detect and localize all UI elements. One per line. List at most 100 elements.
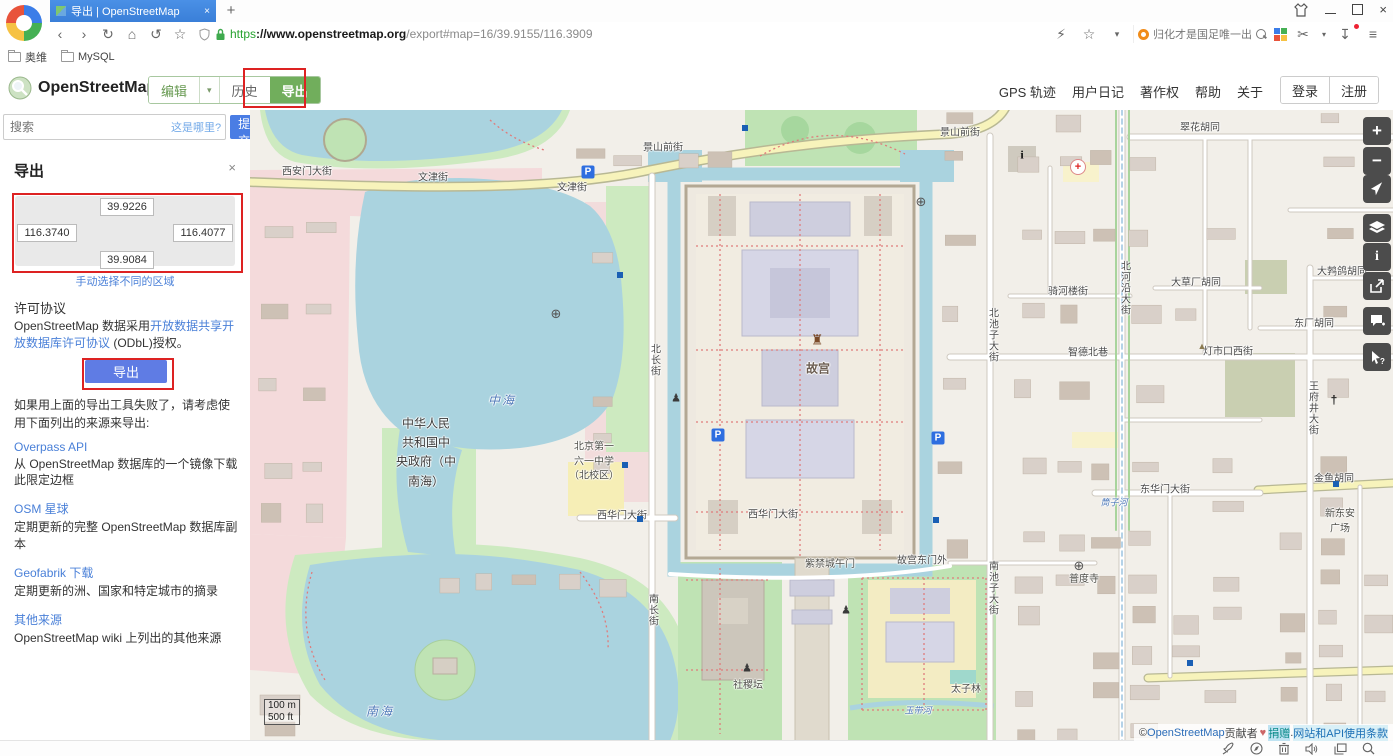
map-canvas[interactable]: [250, 110, 1393, 741]
apps-grid-icon[interactable]: [1274, 28, 1287, 41]
volume-icon[interactable]: [1305, 743, 1319, 755]
tab-bar: 导出 | OpenStreetMap × + ×: [0, 0, 1393, 22]
scale-meters: 100 m: [264, 699, 300, 712]
search-engine-text: 归化才是国足唯一出路: [1153, 26, 1252, 42]
source-link[interactable]: 其他来源: [14, 611, 238, 628]
source-list: Overpass API 从 OpenStreetMap 数据库的一个镜像下载此…: [14, 440, 238, 658]
zoom-out-button[interactable]: −: [1363, 147, 1391, 175]
locate-button[interactable]: [1363, 175, 1391, 203]
signup-button[interactable]: 注册: [1329, 77, 1378, 103]
undo-icon[interactable]: ↺: [144, 26, 168, 43]
edit-button[interactable]: 编辑: [149, 77, 199, 103]
zoom-in-button[interactable]: +: [1363, 117, 1391, 145]
license-heading: 许可协议: [14, 298, 66, 317]
bookmark-star-icon[interactable]: ☆: [168, 26, 192, 43]
home-icon[interactable]: ⌂: [120, 26, 144, 42]
browser-logo[interactable]: [6, 5, 42, 41]
minimize-button[interactable]: [1325, 13, 1336, 14]
login-button[interactable]: 登录: [1281, 77, 1329, 103]
edit-caret-icon[interactable]: ▾: [199, 77, 219, 103]
license-paragraph: OpenStreetMap 数据采用开放数据共享开放数据库许可协议 (ODbL)…: [14, 318, 236, 353]
folder-icon: [61, 52, 74, 62]
multi-window-icon[interactable]: [1334, 743, 1347, 755]
page-zoom-icon[interactable]: [1362, 742, 1375, 755]
manual-select-link[interactable]: 手动选择不同的区域: [0, 273, 250, 289]
folder-icon: [8, 52, 21, 62]
new-tab-button[interactable]: +: [222, 2, 240, 20]
query-features-button[interactable]: ?: [1363, 343, 1391, 371]
tab-title: 导出 | OpenStreetMap: [71, 3, 200, 19]
menu-icon[interactable]: ≡: [1361, 26, 1385, 42]
download-icon[interactable]: ↧: [1333, 26, 1357, 43]
source-geofabrik: Geofabrik 下载 定期更新的洲、国家和特定城市的摘录: [14, 564, 238, 599]
source-link[interactable]: Overpass API: [14, 440, 238, 454]
export-tab-button[interactable]: 导出: [270, 77, 320, 103]
panel-close-icon[interactable]: ×: [228, 160, 236, 175]
flash-icon[interactable]: ⚡: [1049, 26, 1073, 43]
add-note-button[interactable]: [1363, 307, 1391, 335]
trash-icon[interactable]: [1278, 742, 1290, 755]
tab-favicon: [56, 6, 66, 16]
svg-text:?: ?: [1380, 357, 1385, 365]
search-row: 这是哪里? 提交: [0, 110, 250, 144]
heart-icon: ♥: [1260, 727, 1267, 739]
nav-user-diaries[interactable]: 用户日记: [1072, 82, 1124, 101]
search-input[interactable]: [8, 119, 167, 135]
bookmark-folder-mysql[interactable]: MySQL: [61, 51, 115, 63]
osm-title: OpenStreetMap: [38, 79, 156, 97]
layers-button[interactable]: [1363, 214, 1391, 242]
bookmarks-bar: 奥维 MySQL: [0, 46, 1393, 69]
terms-link[interactable]: 网站和API使用条款: [1293, 725, 1388, 741]
boost-rocket-icon[interactable]: [1221, 742, 1235, 755]
south-bound-input[interactable]: [100, 251, 154, 269]
address-bar[interactable]: https://www.openstreetmap.org/export#map…: [192, 23, 1049, 45]
reload-icon[interactable]: ↻: [96, 26, 120, 43]
toolbar-right: ⚡ ☆ ▾ 归化才是国足唯一出路 ✂ ▾ ↧ ≡: [1049, 25, 1393, 43]
tab-close-icon[interactable]: ×: [204, 6, 210, 17]
map-area[interactable]: 西安门大街文津街文津街景山前街景山前街西华门大街西华门大街故宫东门外骑河楼街大草…: [250, 110, 1393, 741]
search-box[interactable]: 这是哪里?: [3, 114, 226, 140]
osm-brand[interactable]: OpenStreetMap: [8, 76, 156, 100]
chevron-down-icon[interactable]: ▾: [1105, 29, 1129, 40]
shield-icon[interactable]: [198, 28, 211, 41]
bookmark-folder-aowei[interactable]: 奥维: [8, 49, 47, 65]
skin-icon[interactable]: [1293, 3, 1309, 17]
url-host: ://www.openstreetmap.org: [256, 27, 406, 41]
forward-icon[interactable]: ›: [72, 26, 96, 42]
osm-nav-links: GPS 轨迹 用户日记 著作权 帮助 关于: [999, 82, 1263, 101]
osm-header: OpenStreetMap 编辑 ▾ 历史 导出 GPS 轨迹 用户日记 著作权…: [0, 68, 1393, 111]
url-scheme: https: [230, 27, 256, 41]
scissors-caret-icon[interactable]: ▾: [1319, 30, 1329, 39]
east-bound-input[interactable]: [173, 224, 233, 242]
source-link[interactable]: Geofabrik 下载: [14, 564, 238, 581]
map-key-button[interactable]: i: [1363, 243, 1391, 271]
north-bound-input[interactable]: [100, 198, 154, 216]
nav-gps-traces[interactable]: GPS 轨迹: [999, 82, 1056, 101]
export-button[interactable]: 导出: [85, 360, 167, 383]
bounds-widget: [15, 196, 235, 266]
back-icon[interactable]: ‹: [48, 26, 72, 42]
search-engine-icon: [1138, 29, 1149, 40]
nav-help[interactable]: 帮助: [1195, 82, 1221, 101]
donate-link[interactable]: 捐赠: [1268, 725, 1290, 741]
nav-about[interactable]: 关于: [1237, 82, 1263, 101]
web-search-box[interactable]: 归化才是国足唯一出路: [1133, 25, 1270, 43]
auth-buttons: 登录 注册: [1280, 76, 1379, 104]
history-button[interactable]: 历史: [219, 77, 270, 103]
source-link[interactable]: OSM 星球: [14, 500, 238, 517]
where-is-this-link[interactable]: 这是哪里?: [171, 119, 221, 135]
compass-icon[interactable]: [1250, 742, 1263, 755]
share-button[interactable]: [1363, 272, 1391, 300]
screenshot-scissors-icon[interactable]: ✂: [1291, 26, 1315, 43]
osm-attribution-link[interactable]: OpenStreetMap: [1147, 727, 1225, 739]
favorites-star-icon[interactable]: ☆: [1077, 26, 1101, 43]
note-icon: [1370, 314, 1385, 328]
browser-window: 导出 | OpenStreetMap × + × ‹ › ↻ ⌂ ↺ ☆: [0, 0, 1393, 756]
close-window-button[interactable]: ×: [1379, 2, 1387, 17]
west-bound-input[interactable]: [17, 224, 77, 242]
map-attribution: © OpenStreetMap 贡献者 ♥捐赠. 网站和API使用条款: [1134, 724, 1393, 741]
maximize-button[interactable]: [1352, 4, 1363, 15]
nav-copyright[interactable]: 著作权: [1140, 82, 1179, 101]
search-icon[interactable]: [1256, 29, 1266, 39]
browser-tab[interactable]: 导出 | OpenStreetMap ×: [50, 0, 216, 22]
